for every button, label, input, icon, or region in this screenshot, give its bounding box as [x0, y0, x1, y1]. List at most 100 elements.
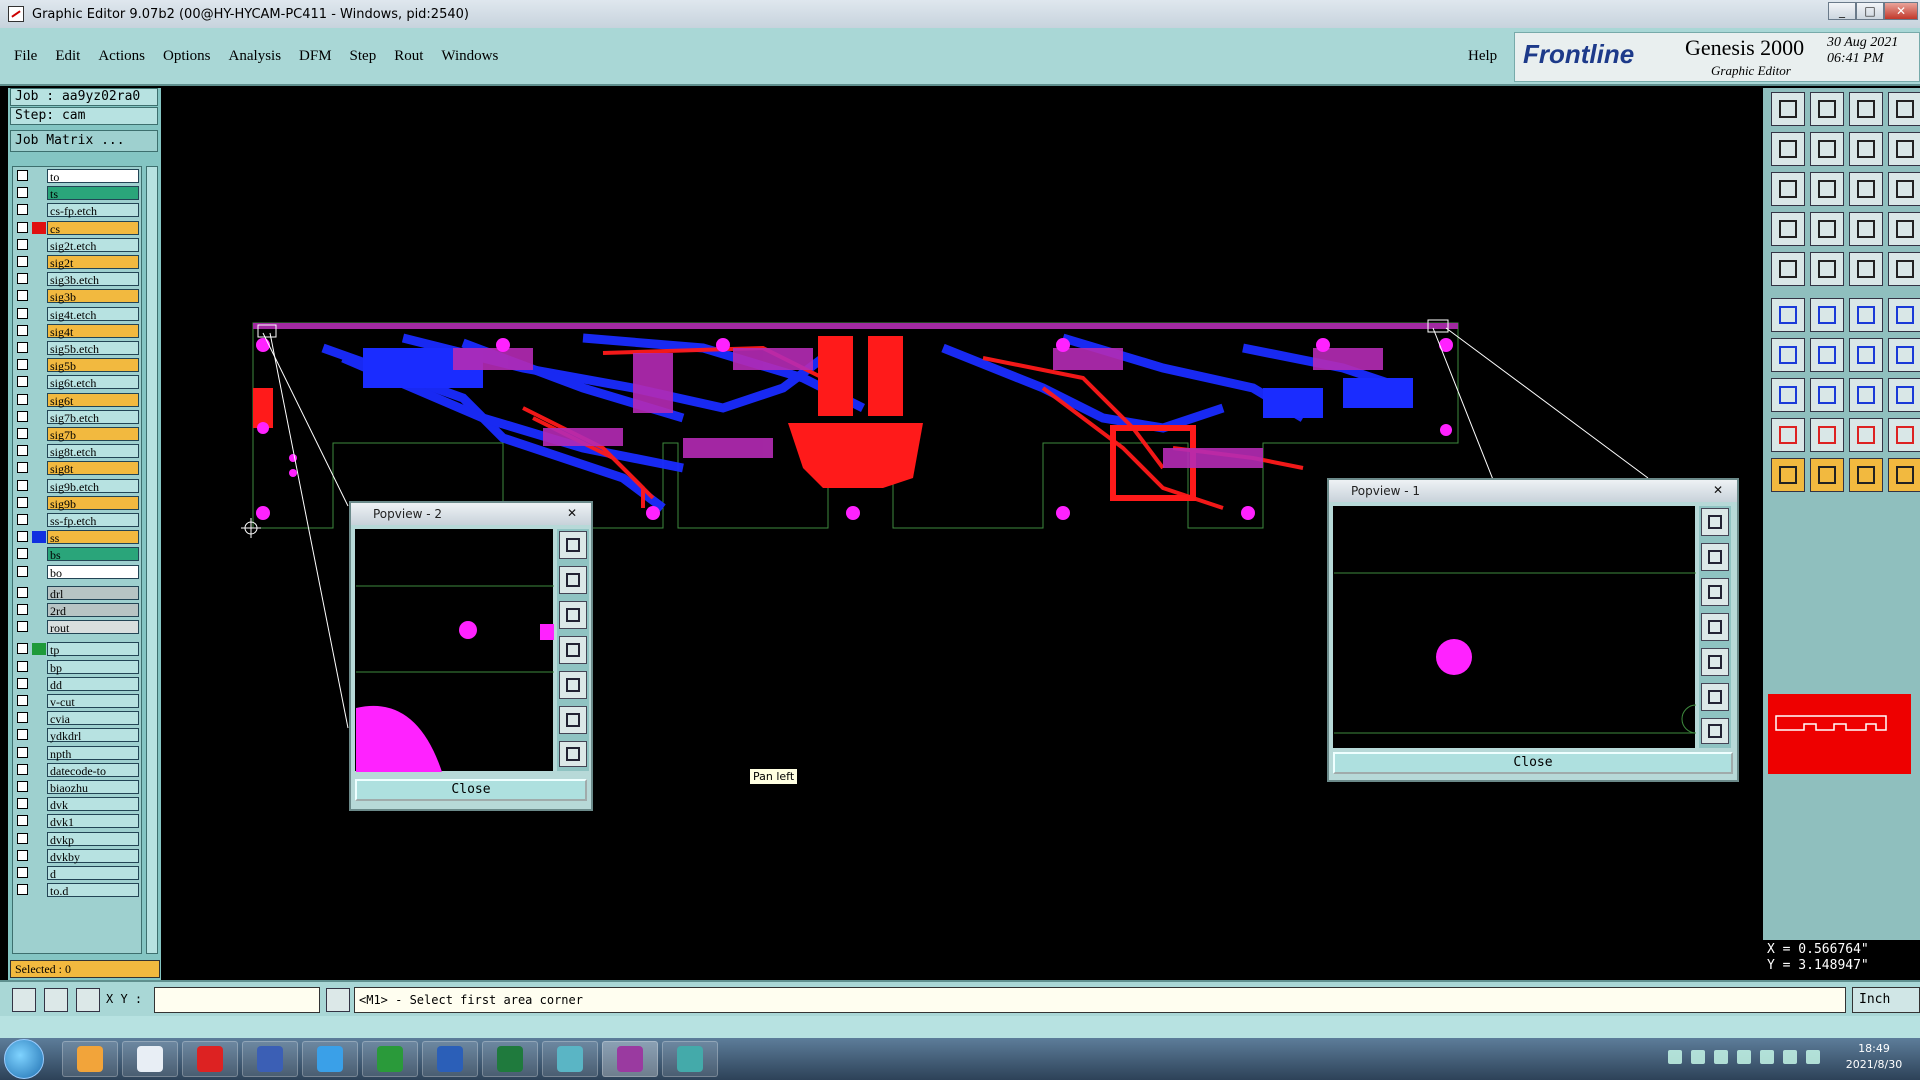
layer-color-swatch[interactable] — [32, 428, 46, 440]
layer-row[interactable]: to — [15, 169, 141, 184]
pointer-edit-icon[interactable] — [1849, 458, 1883, 492]
menu-dfm[interactable]: DFM — [299, 48, 332, 65]
layer-name[interactable]: sig7b.etch — [47, 409, 139, 425]
layer-icon[interactable] — [1849, 212, 1883, 246]
layer-color-swatch[interactable] — [32, 833, 46, 845]
minimize-button[interactable]: _ — [1828, 2, 1856, 20]
zoom-center-icon[interactable] — [1810, 172, 1844, 206]
tray-volume-icon[interactable] — [1760, 1050, 1774, 1064]
layer-checkbox[interactable] — [17, 729, 28, 741]
polyline-icon[interactable] — [1888, 298, 1920, 332]
taskbar-app-bird-icon[interactable] — [302, 1041, 358, 1077]
layer-row[interactable]: ydkdrl — [15, 728, 141, 743]
layer-color-swatch[interactable] — [32, 187, 46, 199]
layer-color-swatch[interactable] — [32, 643, 46, 656]
popview-2-pan-down-icon[interactable] — [559, 601, 587, 629]
layer-name[interactable]: dvk — [47, 797, 139, 812]
layer-row[interactable]: npth — [15, 745, 141, 761]
layer-checkbox[interactable] — [17, 798, 28, 810]
circle-icon[interactable] — [1888, 252, 1920, 286]
measure-icon[interactable] — [44, 988, 68, 1012]
layer-checkbox[interactable] — [17, 393, 28, 405]
taskbar-app-red-icon[interactable] — [182, 1041, 238, 1077]
layer-name[interactable]: sig5b — [47, 358, 139, 373]
pointer-move-icon[interactable] — [1810, 458, 1844, 492]
pan-left-icon[interactable] — [1771, 132, 1805, 166]
layer-name[interactable]: dvkp — [47, 831, 139, 847]
scale-icon[interactable] — [1849, 172, 1883, 206]
layer-checkbox[interactable] — [17, 514, 28, 525]
layer-color-swatch[interactable] — [32, 781, 46, 793]
menu-options[interactable]: Options — [163, 48, 211, 65]
start-button[interactable] — [4, 1039, 44, 1079]
layer-checkbox[interactable] — [17, 445, 28, 457]
layer-name[interactable]: dvk1 — [47, 814, 139, 829]
popview-1-pan-left-icon[interactable] — [1701, 613, 1729, 641]
layer-row[interactable]: sig5b.etch — [15, 341, 141, 356]
layer-checkbox[interactable] — [17, 832, 28, 844]
layer-row[interactable]: cvia — [15, 711, 141, 726]
pan-right-icon[interactable] — [1810, 132, 1844, 166]
popview-2-pan-right-icon[interactable] — [559, 671, 587, 699]
layer-checkbox[interactable] — [17, 586, 28, 598]
maximize-button[interactable]: □ — [1856, 2, 1884, 20]
menu-windows[interactable]: Windows — [441, 48, 498, 65]
popview-2-close-button[interactable]: Close — [355, 779, 587, 801]
layer-name[interactable]: drl — [47, 585, 139, 601]
layer-name[interactable]: sig8t.etch — [47, 444, 139, 459]
layer-name[interactable]: cs-fp.etch — [47, 203, 139, 218]
layer-color-swatch[interactable] — [32, 514, 46, 526]
layer-row[interactable]: v-cut — [15, 694, 141, 709]
layer-checkbox[interactable] — [17, 238, 28, 250]
layer-row[interactable]: dvk — [15, 797, 141, 812]
layer-color-swatch[interactable] — [32, 308, 46, 320]
window-icon[interactable] — [1888, 92, 1920, 126]
layer-checkbox[interactable] — [17, 410, 28, 422]
popview-1-close-icon[interactable]: ✕ — [1705, 482, 1731, 498]
grid-icon[interactable] — [76, 988, 100, 1012]
layer-row[interactable]: sig3b — [15, 289, 141, 304]
layer-checkbox[interactable] — [17, 187, 28, 199]
layer-checkbox[interactable] — [17, 376, 28, 388]
rotate-icon[interactable] — [1810, 252, 1844, 286]
select-area-icon[interactable] — [1771, 378, 1805, 412]
layer-name[interactable]: bs — [47, 547, 139, 562]
layer-color-swatch[interactable] — [32, 695, 46, 707]
layer-name[interactable]: sig3b.etch — [47, 272, 139, 287]
layer-row[interactable]: ts — [15, 186, 141, 201]
layer-name[interactable]: rout — [47, 620, 139, 635]
layer-name[interactable]: cvia — [47, 711, 139, 726]
layer-checkbox[interactable] — [17, 359, 28, 371]
diagonal-icon[interactable] — [1810, 338, 1844, 372]
layer-color-swatch[interactable] — [32, 604, 46, 616]
layer-checkbox[interactable] — [17, 221, 28, 233]
info-icon[interactable] — [326, 988, 350, 1012]
layer-checkbox[interactable] — [17, 565, 28, 577]
layer-color-swatch[interactable] — [32, 221, 46, 234]
layer-checkbox[interactable] — [17, 763, 28, 775]
taskbar-app-eye-icon[interactable] — [542, 1041, 598, 1077]
taskbar-app-fish-icon[interactable] — [662, 1041, 718, 1077]
layer-name[interactable]: dd — [47, 676, 139, 692]
layer-checkbox[interactable] — [17, 204, 28, 216]
layer-color-swatch[interactable] — [32, 531, 46, 544]
layer-checkbox[interactable] — [17, 307, 28, 319]
menu-help[interactable]: Help — [1468, 48, 1497, 65]
menu-step[interactable]: Step — [350, 48, 377, 65]
popview-2-close-icon[interactable]: ✕ — [559, 505, 585, 521]
layer-color-swatch[interactable] — [32, 480, 46, 492]
layer-color-swatch[interactable] — [32, 850, 46, 862]
close-window-button[interactable]: ✕ — [1884, 2, 1918, 20]
popview-2-zoom-center-icon[interactable] — [559, 741, 587, 767]
layer-row[interactable]: sig6t.etch — [15, 375, 141, 390]
layer-name[interactable]: d — [47, 866, 139, 881]
popview-2-window[interactable]: Popview - 2 ✕ Close — [349, 501, 593, 811]
popview-2-pan-up-icon[interactable] — [559, 566, 587, 594]
copy-icon[interactable] — [1888, 378, 1920, 412]
layer-checkbox[interactable] — [17, 604, 28, 615]
line-icon[interactable] — [1849, 252, 1883, 286]
layer-name[interactable]: sig7b — [47, 427, 139, 442]
layer-checkbox[interactable] — [17, 884, 28, 896]
layer-name[interactable]: sig9b.etch — [47, 478, 139, 494]
popview-1-zoom-home-icon[interactable] — [1701, 508, 1729, 536]
